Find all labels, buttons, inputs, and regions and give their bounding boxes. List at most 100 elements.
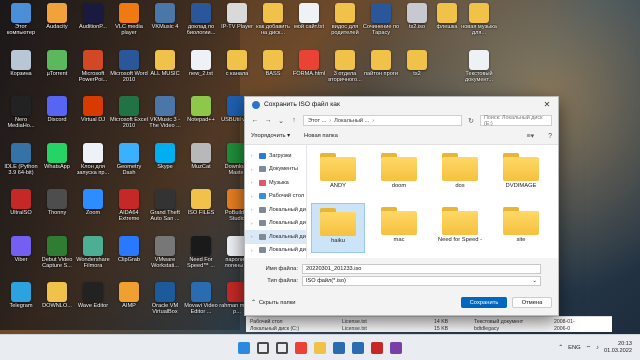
desktop-icon[interactable]: UltraISO bbox=[2, 189, 40, 216]
desktop-icon[interactable]: Movavi Video Editor ... bbox=[182, 282, 220, 316]
desktop-icon[interactable]: µTorrent bbox=[38, 49, 76, 77]
desktop-icon[interactable]: IDLE (Python 3.9 64-bit) bbox=[2, 142, 40, 177]
breadcrumb-local-disk[interactable]: Локальный ... bbox=[334, 118, 369, 124]
desktop-icon[interactable]: Клон для запуска пр... bbox=[74, 142, 112, 177]
desktop-icon[interactable]: ISO FILES bbox=[182, 189, 220, 216]
folder-item[interactable]: dos bbox=[433, 149, 487, 199]
task-view-icon[interactable] bbox=[276, 342, 288, 354]
expand-chevron-icon[interactable]: › bbox=[251, 207, 256, 212]
new-folder-button[interactable]: Новая папка bbox=[304, 133, 338, 139]
language-indicator[interactable]: ENG bbox=[568, 345, 581, 351]
tray-chevron-icon[interactable]: ⌃ bbox=[558, 345, 563, 351]
desktop-icon[interactable]: ALL MUSIC bbox=[146, 49, 184, 77]
help-icon[interactable]: ? bbox=[548, 133, 552, 140]
desktop-icon[interactable]: Текстовый документ... bbox=[460, 49, 498, 84]
desktop-icon[interactable]: Virtual DJ bbox=[74, 96, 112, 123]
desktop-icon[interactable]: BASS bbox=[254, 49, 292, 77]
app-icon[interactable] bbox=[390, 342, 402, 354]
bg-explorer-row[interactable]: Локальный диск (C:) License.txt 15 KB bd… bbox=[250, 325, 610, 332]
network-icon[interactable]: ⌔ bbox=[586, 345, 591, 352]
address-bar[interactable]: Этот ... › Локальный ... › bbox=[303, 115, 462, 126]
desktop-icon[interactable]: new_2.txt bbox=[182, 49, 220, 77]
desktop-icon[interactable]: Grand Theft Auto San ... bbox=[146, 189, 184, 223]
up-arrow-icon[interactable]: ↑ bbox=[290, 117, 298, 124]
desktop-icon[interactable]: Debut Video Capture S... bbox=[38, 235, 76, 270]
bg-explorer-row[interactable]: Рабочий стол License.txt 14 KB Текстовый… bbox=[250, 318, 610, 325]
expand-chevron-icon[interactable]: › bbox=[251, 180, 256, 185]
desktop-icon[interactable]: VKMusic 3 - The Video ... bbox=[146, 96, 184, 130]
desktop-icon[interactable]: Audacity bbox=[38, 3, 76, 30]
desktop-icon[interactable]: Microsoft Word 2010 bbox=[110, 49, 148, 84]
close-button[interactable]: ✕ bbox=[536, 100, 558, 109]
nav-item[interactable]: › Локальный ди bbox=[245, 203, 306, 217]
desktop-icon[interactable]: Thonny bbox=[38, 189, 76, 216]
desktop-icon[interactable]: Geometry Dash bbox=[110, 142, 148, 177]
desktop-icon[interactable]: с канала bbox=[218, 49, 256, 77]
desktop-icon[interactable]: VMware Workstati... bbox=[146, 235, 184, 270]
file-explorer-icon[interactable] bbox=[314, 342, 326, 354]
nav-item[interactable]: › Локальный ди bbox=[245, 244, 306, 258]
breadcrumb-this-pc[interactable]: Этот ... bbox=[308, 118, 326, 124]
nav-item[interactable]: › Музыка bbox=[245, 176, 306, 190]
desktop-icon[interactable]: Zoom bbox=[74, 189, 112, 216]
cancel-button[interactable]: Отмена bbox=[512, 297, 552, 308]
desktop-icon[interactable]: DOWNLO... bbox=[38, 282, 76, 309]
view-options-icon[interactable]: ≡▾ bbox=[526, 132, 534, 140]
desktop-icon[interactable]: Этот компьютер bbox=[2, 3, 40, 37]
desktop-icon[interactable]: Viber bbox=[2, 235, 40, 263]
expand-chevron-icon[interactable]: › bbox=[251, 234, 256, 239]
desktop-icon[interactable]: VLC media player bbox=[110, 3, 148, 37]
desktop-icon[interactable]: Oracle VM VirtualBox bbox=[146, 282, 184, 316]
back-arrow-icon[interactable]: ← bbox=[251, 117, 259, 124]
desktop-icon[interactable]: новая музыка для... bbox=[460, 3, 498, 37]
desktop-icon[interactable]: Microsoft PowerPoi... bbox=[74, 49, 112, 84]
desktop-icon[interactable]: Корзина bbox=[2, 49, 40, 77]
start-icon[interactable] bbox=[238, 342, 250, 354]
nav-item[interactable]: › Загрузки bbox=[245, 149, 306, 163]
desktop-icon[interactable]: пайтон проги bbox=[362, 49, 400, 77]
desktop-icon[interactable]: ts2 bbox=[398, 49, 436, 77]
mail-icon[interactable] bbox=[352, 342, 364, 354]
nav-item[interactable]: › Локальный ди bbox=[245, 230, 306, 244]
folder-item[interactable]: site bbox=[494, 203, 548, 253]
folder-item[interactable]: doom bbox=[372, 149, 426, 199]
search-input[interactable]: Поиск: Локальный диск (E:) bbox=[480, 115, 552, 127]
desktop-icon[interactable]: AIMP bbox=[110, 282, 148, 309]
ultraiso-icon[interactable] bbox=[371, 342, 383, 354]
desktop-icon[interactable]: как добавить на диск... bbox=[254, 3, 292, 37]
volume-icon[interactable]: ♪ bbox=[596, 345, 599, 351]
folder-item[interactable]: haiku bbox=[311, 203, 365, 253]
refresh-icon[interactable]: ↻ bbox=[467, 117, 475, 125]
expand-chevron-icon[interactable]: › bbox=[251, 153, 256, 158]
desktop-icon[interactable]: 3 отдела вторичного... bbox=[326, 49, 364, 84]
desktop-icon[interactable]: Discord bbox=[38, 96, 76, 123]
desktop-icon[interactable]: AuditionP... bbox=[74, 3, 112, 30]
nav-item[interactable]: › Локальный ди bbox=[245, 217, 306, 231]
chrome-icon[interactable] bbox=[295, 342, 307, 354]
desktop-icon[interactable]: AIDA64 Extreme bbox=[110, 189, 148, 223]
organize-button[interactable]: Упорядочить ▾ bbox=[251, 133, 290, 139]
desktop-icon[interactable]: Need For Speed™ ... bbox=[182, 235, 220, 270]
folder-item[interactable]: DVDIMAGE bbox=[494, 149, 548, 199]
desktop-icon[interactable]: Wondershare Filmora bbox=[74, 235, 112, 270]
desktop-icon[interactable]: MuzCat bbox=[182, 142, 220, 170]
expand-chevron-icon[interactable]: › bbox=[251, 221, 256, 226]
desktop-icon[interactable]: мой сайт.txt bbox=[290, 3, 328, 30]
nav-item[interactable]: › Рабочий стол bbox=[245, 190, 306, 204]
breadcrumb-chevron[interactable]: › bbox=[372, 118, 374, 124]
expand-chevron-icon[interactable]: › bbox=[251, 194, 256, 199]
desktop-icon[interactable]: Сочинение по Тарасу bbox=[362, 3, 400, 37]
desktop-icon[interactable]: Telegram bbox=[2, 282, 40, 309]
desktop-icon[interactable]: Microsoft Excel 2010 bbox=[110, 96, 148, 130]
store-icon[interactable] bbox=[333, 342, 345, 354]
file-name-input[interactable]: 20220301_201233.iso bbox=[302, 263, 541, 274]
desktop-icon[interactable]: ClipGrab bbox=[110, 235, 148, 263]
folder-item[interactable]: Need for Speed - bbox=[433, 203, 487, 253]
desktop-icon[interactable]: Nero MediaHo... bbox=[2, 96, 40, 130]
desktop-icon[interactable]: Notepad++ bbox=[182, 96, 220, 123]
dialog-titlebar[interactable]: Сохранить ISO файл как ✕ bbox=[245, 97, 558, 112]
forward-arrow-icon[interactable]: → bbox=[264, 117, 272, 124]
folder-item[interactable]: mac bbox=[372, 203, 426, 253]
clock[interactable]: 20:13 01.03.2022 bbox=[604, 341, 632, 355]
file-type-select[interactable]: ISO файл(*.iso) ⌄ bbox=[302, 275, 541, 286]
